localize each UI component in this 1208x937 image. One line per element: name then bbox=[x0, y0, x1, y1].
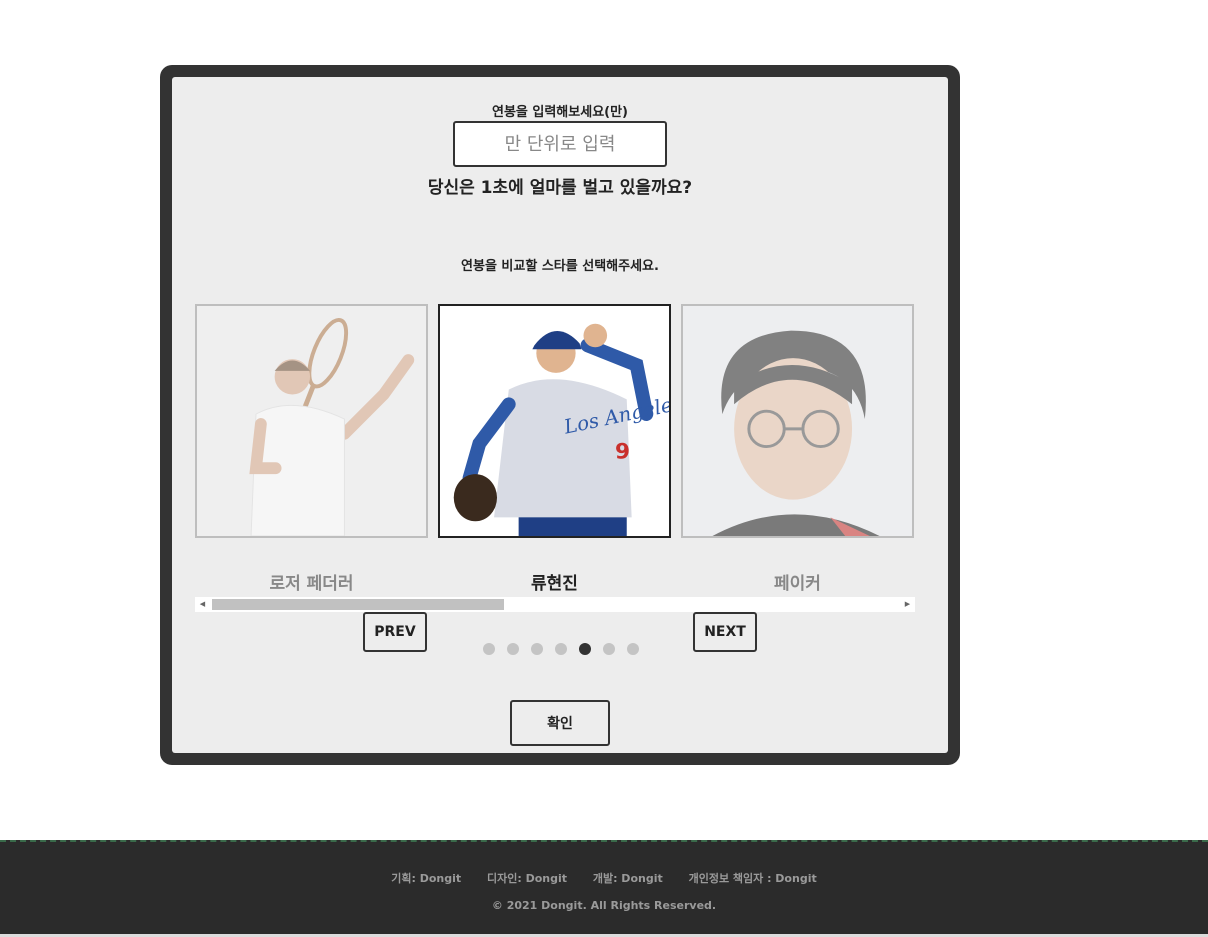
pagination-dot[interactable] bbox=[579, 643, 591, 655]
footer-credits: 기획: Dongit 디자인: Dongit 개발: Dongit 개인정보 책… bbox=[0, 870, 1208, 886]
pagination-dot[interactable] bbox=[555, 643, 567, 655]
star-card-ryu[interactable]: Los Angeles 9 bbox=[438, 304, 671, 538]
pagination-dot[interactable] bbox=[627, 643, 639, 655]
baseball-pitcher-photo: Los Angeles 9 bbox=[440, 306, 669, 536]
quiz-frame: 연봉을 입력해보세요(만) 당신은 1초에 얼마를 벌고 있을까요? 연봉을 비… bbox=[160, 65, 960, 765]
select-star-prompt: 연봉을 비교할 스타를 선택해주세요. bbox=[461, 259, 659, 274]
question-heading: 당신은 1초에 얼마를 벌고 있을까요? bbox=[427, 178, 693, 198]
prev-button[interactable]: PREV bbox=[363, 612, 427, 652]
tennis-player-photo bbox=[197, 306, 426, 536]
credit-planning: 기획: Dongit bbox=[391, 872, 462, 885]
quiz-panel: 연봉을 입력해보세요(만) 당신은 1초에 얼마를 벌고 있을까요? 연봉을 비… bbox=[172, 77, 948, 753]
credit-development: 개발: Dongit bbox=[592, 872, 663, 885]
pagination-dot[interactable] bbox=[507, 643, 519, 655]
scroll-left-arrow-icon[interactable]: ◀ bbox=[195, 597, 210, 612]
star-name-ryu: 류현진 bbox=[531, 574, 578, 594]
scroll-right-arrow-icon[interactable]: ▶ bbox=[900, 597, 915, 612]
next-button[interactable]: NEXT bbox=[693, 612, 757, 652]
star-name-faker: 페이커 bbox=[774, 574, 821, 594]
scroll-thumb[interactable] bbox=[212, 599, 504, 610]
star-card-faker[interactable] bbox=[681, 304, 914, 538]
pagination-dot[interactable] bbox=[483, 643, 495, 655]
credit-design: 디자인: Dongit bbox=[486, 872, 567, 885]
salary-label: 연봉을 입력해보세요(만) bbox=[491, 105, 628, 120]
pagination-dot[interactable] bbox=[603, 643, 615, 655]
salary-input[interactable] bbox=[453, 121, 667, 167]
credit-privacy-officer: 개인정보 책임자 : Dongit bbox=[688, 872, 817, 885]
footer: 기획: Dongit 디자인: Dongit 개발: Dongit 개인정보 책… bbox=[0, 840, 1208, 937]
star-name-federer: 로저 페더러 bbox=[269, 574, 354, 594]
svg-text:9: 9 bbox=[615, 439, 630, 464]
pagination-dot[interactable] bbox=[531, 643, 543, 655]
esports-player-photo bbox=[683, 306, 912, 536]
star-card-federer[interactable] bbox=[195, 304, 428, 538]
confirm-button[interactable]: 확인 bbox=[510, 700, 610, 746]
carousel-scrollbar[interactable]: ◀ ▶ bbox=[195, 597, 915, 612]
copyright: © 2021 Dongit. All Rights Reserved. bbox=[491, 899, 717, 912]
